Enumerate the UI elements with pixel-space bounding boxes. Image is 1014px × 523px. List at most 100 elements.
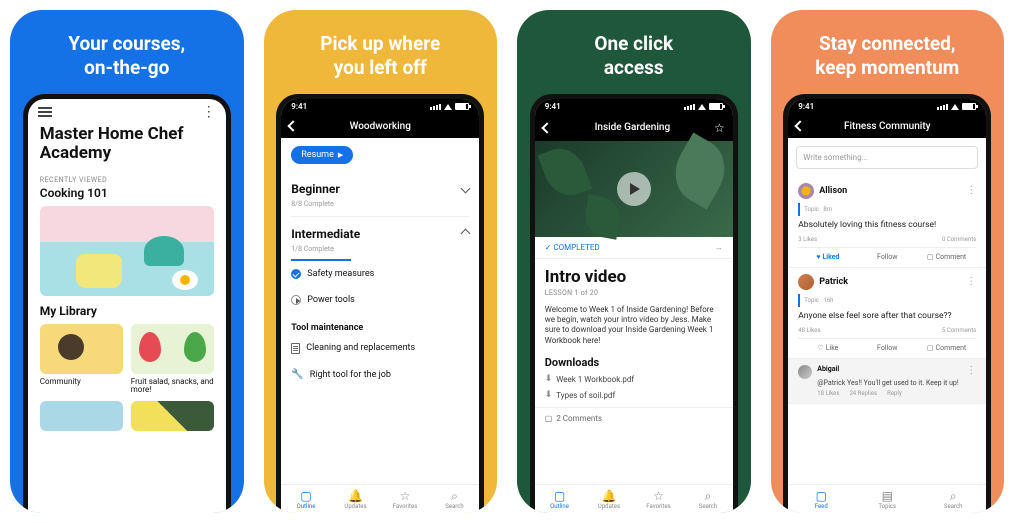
nav-favorites[interactable]: ☆Favorites <box>380 485 430 513</box>
header-title: Woodworking <box>297 121 463 132</box>
download-icon: ⬇ <box>545 374 553 384</box>
comment-count[interactable]: 5 Comments <box>942 327 976 334</box>
nav-favorites[interactable]: ☆Favorites <box>634 485 684 513</box>
nav-outline[interactable]: ▢Outline <box>281 485 331 513</box>
phone-mock: 9:41 Fitness Community Write something..… <box>783 94 991 514</box>
lesson-item[interactable]: Cleaning and replacements <box>291 335 469 362</box>
star-icon: ☆ <box>380 490 430 502</box>
nav-outline[interactable]: ▢Outline <box>535 485 585 513</box>
lesson-number: LESSON 1 of 20 <box>535 289 733 301</box>
feed-icon: ▢ <box>788 490 854 502</box>
lesson-title: Intro video <box>535 259 733 289</box>
library-card[interactable] <box>40 401 123 431</box>
search-icon: ⌕ <box>920 490 986 502</box>
like-count[interactable]: 3 Likes <box>798 236 817 243</box>
avatar[interactable] <box>798 183 814 199</box>
chat-icon: ▢ <box>927 253 934 261</box>
nav-feed[interactable]: ▢Feed <box>788 485 854 513</box>
search-icon: ⌕ <box>683 490 733 502</box>
chat-icon: ▢ <box>545 414 553 423</box>
nav-topics[interactable]: ▤Topics <box>854 485 920 513</box>
more-icon[interactable]: ⋮ <box>966 276 976 287</box>
bottom-nav: ▢Outline 🔔Updates ☆Favorites ⌕Search <box>281 484 479 513</box>
phone-mock: 9:41 Inside Gardening ☆ ✓ COMPLETED → In… <box>530 94 738 514</box>
nav-search[interactable]: ⌕Search <box>430 485 480 513</box>
library-card[interactable]: Community <box>40 324 123 396</box>
bottom-nav: ▢Feed ▤Topics ⌕Search <box>788 484 986 513</box>
my-library-heading: My Library <box>28 304 226 324</box>
status-bar: 9:41 <box>535 99 733 115</box>
star-icon: ☆ <box>634 490 684 502</box>
library-card[interactable]: Fruit salad, snacks, and more! <box>131 324 214 396</box>
play-circle-icon <box>291 295 301 305</box>
phone-mock: ⋮ Master Home Chef Academy Recently View… <box>23 94 231 514</box>
next-arrow-icon[interactable]: → <box>715 243 723 252</box>
heart-icon: ♥ <box>816 253 820 261</box>
check-icon <box>291 269 301 279</box>
lesson-item[interactable]: 🔧 Right tool for the job <box>291 362 469 388</box>
card-title: Fruit salad, snacks, and more! <box>131 378 214 396</box>
lesson-body: Welcome to Week 1 of Inside Gardening! B… <box>535 301 733 353</box>
feed-post: Allison ⋮ Topic 8m Absolutely loving thi… <box>788 177 986 268</box>
chat-icon: ▢ <box>927 344 934 352</box>
post-author[interactable]: Patrick <box>819 277 848 287</box>
nav-search[interactable]: ⌕Search <box>920 485 986 513</box>
promo-panel-1: Your courses, on-the-go ⋮ Master Home Ch… <box>10 10 244 513</box>
bell-icon: 🔔 <box>331 490 381 502</box>
tagline: Your courses, on-the-go <box>68 32 185 80</box>
download-item[interactable]: ⬇Types of soil.pdf <box>535 387 733 403</box>
lesson-item[interactable]: Safety measures <box>291 261 469 287</box>
like-button[interactable]: ♡Like <box>798 344 857 352</box>
progress-text: 8/8 Complete <box>291 200 469 217</box>
recently-viewed-label: Recently Viewed <box>28 170 226 184</box>
wrench-icon: 🔧 <box>291 370 303 380</box>
play-icon: ▶ <box>338 151 343 159</box>
follow-button[interactable]: Follow <box>858 253 917 261</box>
promo-panel-2: Pick up where you left off 9:41 Woodwork… <box>264 10 498 513</box>
tagline: One click access <box>594 32 673 80</box>
download-icon: ⬇ <box>545 390 553 400</box>
hamburger-icon[interactable] <box>38 107 52 109</box>
more-menu-icon[interactable]: ⋮ <box>202 107 216 117</box>
more-icon[interactable]: ⋮ <box>966 185 976 196</box>
post-body: Anyone else feel sore after that course?… <box>798 309 976 325</box>
completed-badge: COMPLETED <box>553 243 599 252</box>
more-icon[interactable]: ⋮ <box>966 365 976 376</box>
resume-button[interactable]: Resume▶ <box>291 146 353 164</box>
write-post-input[interactable]: Write something... <box>796 146 978 169</box>
app-title: Master Home Chef Academy <box>28 121 226 170</box>
topics-icon: ▤ <box>854 490 920 502</box>
course-hero-image[interactable] <box>40 206 214 296</box>
card-image <box>40 324 123 374</box>
avatar[interactable] <box>798 274 814 290</box>
lesson-item[interactable]: Power tools <box>291 287 469 313</box>
video-player[interactable] <box>535 141 733 237</box>
comment-button[interactable]: ▢Comment <box>917 344 976 352</box>
download-item[interactable]: ⬇Week 1 Workbook.pdf <box>535 371 733 387</box>
search-icon: ⌕ <box>430 490 480 502</box>
header-title: Inside Gardening <box>551 122 714 133</box>
comment-button[interactable]: ▢Comment <box>917 253 976 261</box>
promo-panel-4: Stay connected, keep momentum 9:41 Fitne… <box>771 10 1005 513</box>
section-header[interactable]: Intermediate <box>291 217 469 245</box>
like-count[interactable]: 48 Likes <box>798 327 820 334</box>
follow-button[interactable]: Follow <box>858 344 917 352</box>
avatar[interactable] <box>798 365 812 379</box>
comments-link[interactable]: ▢2 Comments <box>535 407 733 425</box>
like-button[interactable]: ♥Liked <box>798 253 857 261</box>
book-icon: ▢ <box>535 490 585 502</box>
reply-author[interactable]: Abigail <box>817 365 839 373</box>
nav-updates[interactable]: 🔔Updates <box>331 485 381 513</box>
nav-search[interactable]: ⌕Search <box>683 485 733 513</box>
library-card[interactable] <box>131 401 214 431</box>
star-icon[interactable]: ☆ <box>714 121 725 135</box>
section-header[interactable]: Beginner <box>291 172 469 200</box>
nav-updates[interactable]: 🔔Updates <box>584 485 634 513</box>
tagline: Pick up where you left off <box>320 32 440 80</box>
chevron-down-icon <box>461 184 471 194</box>
play-button-icon[interactable] <box>617 172 651 206</box>
post-author[interactable]: Allison <box>819 186 847 196</box>
recent-course[interactable]: Cooking 101 <box>28 184 226 206</box>
comment-count[interactable]: 0 Comments <box>942 236 976 243</box>
card-title: Community <box>40 378 123 387</box>
